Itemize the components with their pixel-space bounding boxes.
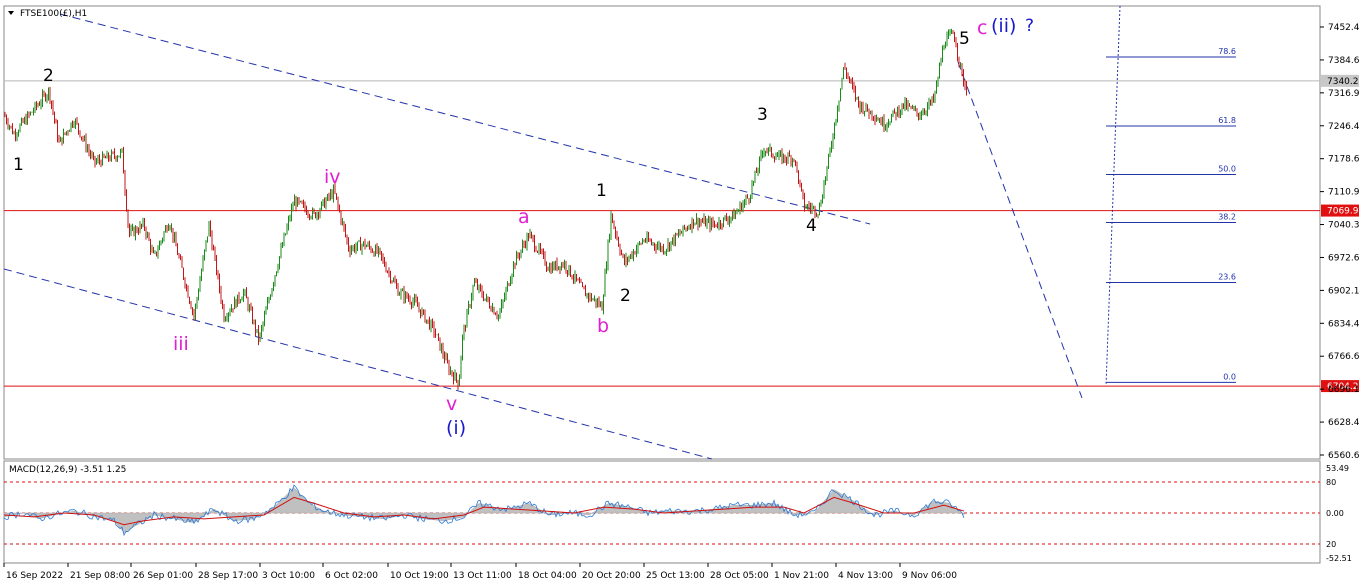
- price-series: [4, 28, 967, 390]
- wave-label-1: 1: [596, 181, 607, 201]
- y-tick-label: 6902.1: [1328, 286, 1360, 296]
- wave-label-2-left: 2: [43, 66, 54, 86]
- wave-label-c: c: [977, 17, 987, 39]
- x-tick-label: 28 Oct 05:00: [710, 571, 769, 581]
- x-tick-label: 3 Oct 10:00: [262, 571, 315, 581]
- x-tick-label: 6 Oct 02:00: [325, 571, 378, 581]
- wave-label-ii-blue: (ii): [991, 15, 1016, 37]
- lower-channel-line: [3, 268, 713, 460]
- y-tick-label: 7040.3: [1328, 221, 1360, 231]
- y-tick-label: 6766.6: [1328, 352, 1360, 362]
- symbol-label: FTSE100(£),H1: [20, 9, 87, 19]
- projection-line: [957, 61, 1083, 399]
- upper-channel-line: [59, 13, 871, 225]
- macd-histogram: [3, 487, 965, 533]
- fibonacci-retracement: 78.6 61.8 50.0 38.2 23.6 0.0: [1106, 47, 1236, 383]
- wave-labels: 1 2 iii iv v(i) a b 1 2 3 4 5 c (ii)?: [13, 15, 1034, 439]
- fib-level-label: 23.6: [1218, 273, 1236, 282]
- x-tick-label: 26 Sep 01:00: [133, 571, 193, 581]
- fib-level-label: 61.8: [1218, 116, 1236, 125]
- y-tick-label: 7178.6: [1328, 155, 1360, 165]
- macd-tick-label: 0.00: [1326, 509, 1344, 518]
- x-tick-label: 18 Oct 04:00: [518, 571, 577, 581]
- y-tick-label: 7110.9: [1328, 188, 1360, 198]
- y-tick-label: 6560.6: [1328, 451, 1360, 461]
- x-tick-label: 20 Oct 20:00: [582, 571, 641, 581]
- wave-label-b: b: [597, 315, 609, 337]
- x-tick-label: 10 Oct 19:00: [390, 571, 449, 581]
- macd-tick-label: 80: [1326, 478, 1336, 487]
- x-tick-label: 28 Sep 17:00: [198, 571, 258, 581]
- level-label: 7069.9: [1327, 207, 1359, 217]
- x-tick-label: 1 Nov 21:00: [774, 571, 829, 581]
- wave-label-5: 5: [959, 29, 970, 49]
- fib-level-label: 38.2: [1218, 213, 1236, 222]
- wave-label-iii: iii: [173, 333, 189, 355]
- current-price-label: 7340.2: [1327, 77, 1359, 87]
- macd-label: MACD(12,26,9) -3.51 1.25: [9, 465, 126, 475]
- macd-tick-label: 53.49: [1326, 464, 1349, 473]
- fib-vertical-line: [1105, 5, 1121, 387]
- y-tick-label: 7384.6: [1328, 56, 1360, 66]
- wave-label-a: a: [518, 206, 530, 228]
- time-axis: 16 Sep 2022 21 Sep 08:00 26 Sep 01:00 28 Se…: [3, 563, 957, 581]
- fib-level-label: 50.0: [1218, 165, 1236, 174]
- y-tick-label: 6628.4: [1328, 418, 1360, 428]
- y-tick-label: 6696.1: [1328, 385, 1360, 395]
- wave-label-2: 2: [620, 286, 631, 306]
- x-tick-label: 25 Oct 13:00: [646, 571, 705, 581]
- y-tick-label: 7246.4: [1328, 122, 1360, 132]
- x-tick-label: 9 Nov 06:00: [902, 571, 957, 581]
- wave-label-4: 4: [806, 216, 817, 236]
- macd-indicator: 53.49 80 0.00 20 -52.51: [3, 464, 1352, 563]
- wave-label-3: 3: [757, 105, 768, 125]
- macd-tick-label: -52.51: [1326, 554, 1352, 563]
- y-tick-label: 7452.4: [1328, 23, 1360, 33]
- chart-svg: 7069.96704.2 78.661.850.038.223.60.0 12i…: [3, 5, 1360, 581]
- x-tick-label: 21 Sep 08:00: [70, 571, 130, 581]
- x-tick-label: 4 Nov 13:00: [838, 571, 893, 581]
- y-tick-label: 7316.9: [1328, 89, 1360, 99]
- x-tick-label: 13 Oct 11:00: [453, 571, 512, 581]
- wave-label-i-blue: (i): [446, 417, 466, 439]
- wave-label-1-left: 1: [13, 155, 24, 175]
- fib-level-label: 78.6: [1218, 47, 1236, 56]
- wave-label-question: ?: [1025, 16, 1034, 36]
- y-tick-label: 6834.4: [1328, 319, 1360, 329]
- fib-level-label: 0.0: [1223, 372, 1236, 381]
- x-tick-label: 16 Sep 2022: [6, 571, 63, 581]
- collapse-arrow-icon[interactable]: [8, 11, 14, 15]
- wave-label-v: v: [446, 393, 457, 415]
- y-tick-label: 6972.6: [1328, 253, 1360, 263]
- main-pane-frame: [3, 5, 1321, 460]
- wave-label-iv: iv: [324, 166, 341, 188]
- macd-tick-label: 20: [1326, 540, 1336, 549]
- price-axis: 7452.4 7384.6 7316.9 7246.4 7178.6 7110.9 7040…: [1320, 23, 1360, 461]
